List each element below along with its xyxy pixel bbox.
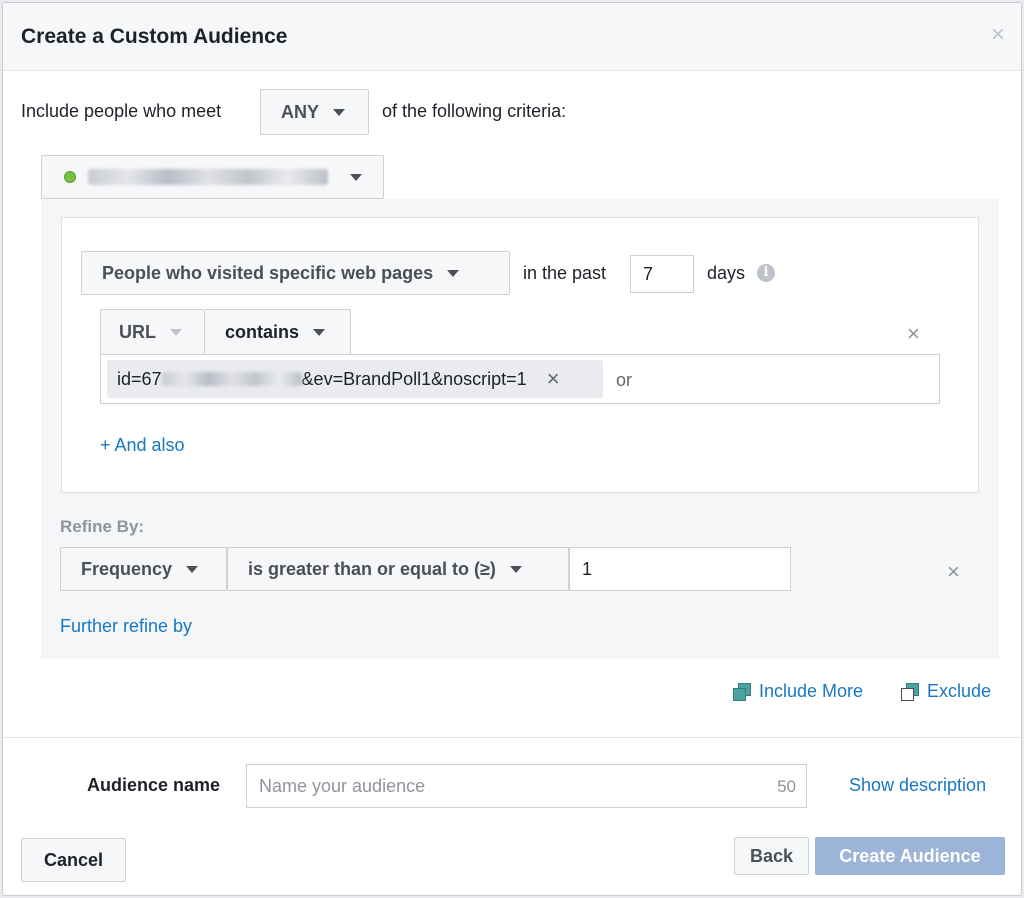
exclude-icon	[901, 682, 919, 701]
chevron-down-icon	[447, 269, 460, 277]
audience-name-placeholder: Name your audience	[259, 775, 426, 796]
chevron-down-icon	[350, 173, 362, 181]
audience-name-input[interactable]: Name your audience 50	[246, 764, 807, 808]
in-the-past-label: in the past	[523, 263, 607, 283]
url-token-redacted	[161, 372, 302, 386]
url-token-suffix: &ev=BrandPoll1&noscript=1	[301, 368, 527, 389]
refine-by-heading: Refine By:	[60, 517, 145, 536]
operator-value: contains	[225, 321, 300, 342]
url-token-prefix: id=67	[117, 368, 162, 389]
and-also-link[interactable]: + And also	[100, 435, 185, 456]
criteria-suffix: of the following criteria:	[382, 101, 567, 121]
match-type-dropdown[interactable]: ANY	[260, 89, 369, 135]
match-type-value: ANY	[281, 101, 320, 122]
include-more-label: Include More	[759, 681, 864, 701]
rule-type-value: People who visited specific web pages	[102, 262, 434, 283]
chevron-down-icon	[313, 328, 326, 336]
url-token-chip: id=67 &ev=BrandPoll1&noscript=1 ×	[107, 360, 603, 398]
criteria-prefix: Include people who meet	[21, 101, 222, 121]
refine-value-input[interactable]: 1	[569, 547, 791, 591]
refine-field-value: Frequency	[81, 558, 173, 579]
include-more-link[interactable]: Include More	[733, 681, 863, 702]
remove-token-icon[interactable]: ×	[547, 366, 560, 392]
further-refine-link[interactable]: Further refine by	[60, 616, 192, 637]
rule-type-dropdown[interactable]: People who visited specific web pages	[81, 251, 510, 295]
pixel-source-dropdown[interactable]	[41, 155, 384, 199]
days-label: days	[707, 263, 746, 283]
create-audience-button[interactable]: Create Audience	[815, 837, 1005, 875]
close-icon[interactable]: ×	[991, 23, 1005, 47]
chevron-down-icon	[509, 565, 522, 573]
dialog-title: Create a Custom Audience	[21, 25, 288, 48]
chevron-down-icon	[170, 328, 182, 336]
or-label: or	[616, 370, 633, 390]
operator-dropdown[interactable]: contains	[204, 309, 351, 355]
remove-rule-icon[interactable]: ×	[907, 323, 920, 345]
include-icon	[733, 682, 751, 701]
info-icon[interactable]: i	[757, 264, 775, 282]
chevron-down-icon	[186, 565, 199, 573]
status-dot-icon	[64, 171, 76, 183]
refine-field-dropdown[interactable]: Frequency	[60, 547, 227, 591]
audience-name-label: Audience name	[87, 775, 221, 795]
pixel-name-redacted	[88, 169, 328, 185]
dialog-header: Create a Custom Audience ×	[3, 3, 1021, 71]
back-button[interactable]: Back	[734, 837, 809, 875]
url-field-dropdown[interactable]: URL	[100, 309, 204, 355]
divider	[3, 737, 1021, 738]
refine-operator-value: is greater than or equal to (≥)	[248, 558, 496, 579]
exclude-label: Exclude	[927, 681, 992, 701]
refine-operator-dropdown[interactable]: is greater than or equal to (≥)	[227, 547, 569, 591]
days-input[interactable]: 7	[630, 255, 694, 293]
char-count: 50	[777, 777, 796, 796]
exclude-link[interactable]: Exclude	[901, 681, 991, 702]
url-field-value: URL	[119, 321, 156, 342]
create-custom-audience-dialog: Create a Custom Audience × Include peopl…	[2, 2, 1022, 896]
show-description-link[interactable]: Show description	[849, 775, 986, 796]
chevron-down-icon	[333, 108, 346, 116]
cancel-button[interactable]: Cancel	[21, 838, 126, 882]
remove-refine-icon[interactable]: ×	[947, 561, 960, 583]
